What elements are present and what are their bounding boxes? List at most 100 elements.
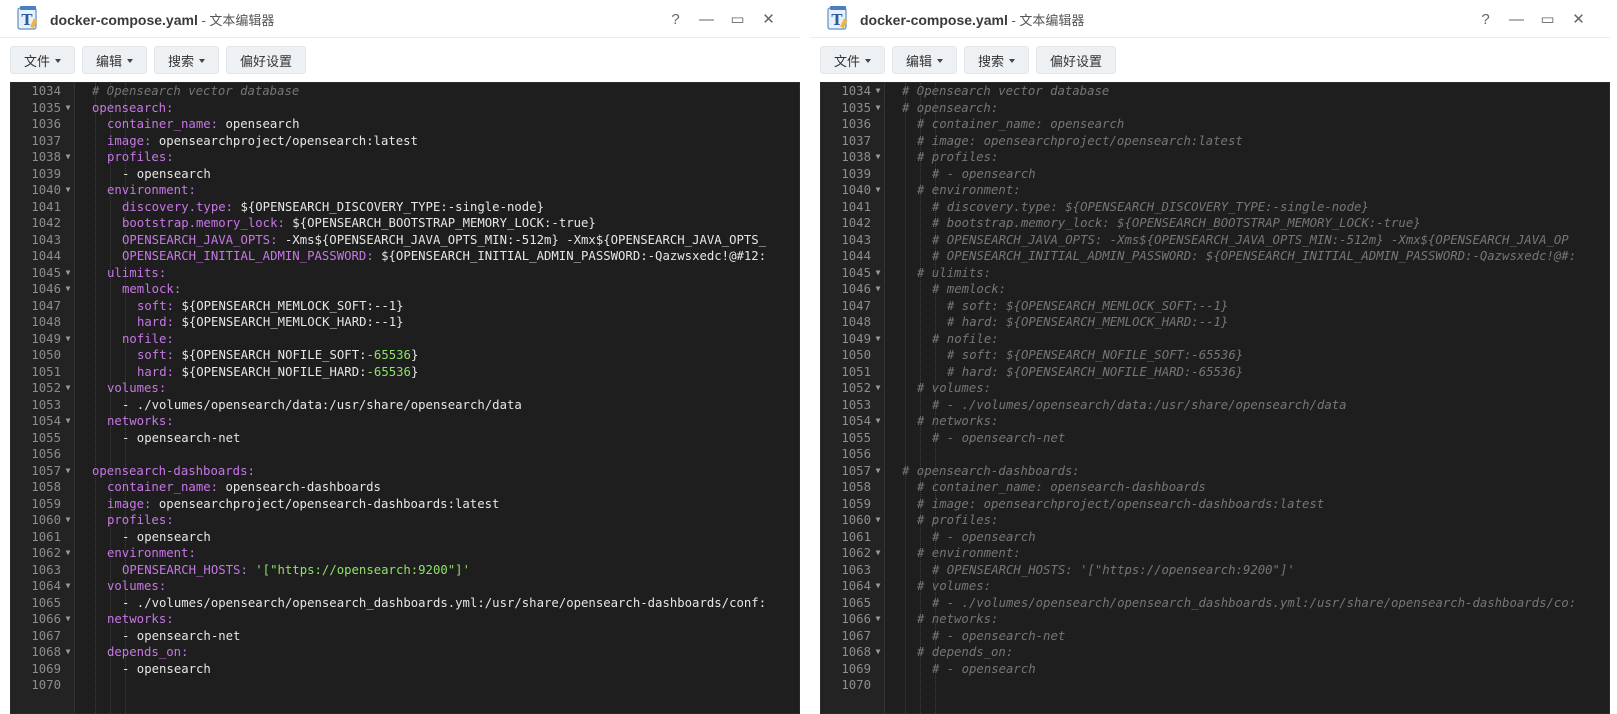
code-line[interactable]: 1045 ▼ ulimits: (11, 265, 799, 282)
menu-button-1[interactable]: 编辑 (892, 46, 958, 74)
code-line[interactable]: 1067 - opensearch-net (11, 628, 799, 645)
code-line[interactable]: 1039 - opensearch (11, 166, 799, 183)
code-line[interactable]: 1041 discovery.type: ${OPENSEARCH_DISCOVE… (11, 199, 799, 216)
code-line[interactable]: 1046 ▼ # memlock: (821, 281, 1609, 298)
code-line[interactable]: 1042 bootstrap.memory_lock: ${OPENSEARCH_… (11, 215, 799, 232)
fold-arrow-icon[interactable]: ▼ (873, 182, 883, 199)
code-line[interactable]: 1056 (11, 446, 799, 463)
code-editor[interactable]: 1034 # Opensearch vector database 1035 ▼ ope… (10, 82, 800, 714)
fold-arrow-icon[interactable]: ▼ (63, 545, 73, 562)
code-line[interactable]: 1051 hard: ${OPENSEARCH_NOFILE_HARD:-6553… (11, 364, 799, 381)
code-line[interactable]: 1044 OPENSEARCH_INITIAL_ADMIN_PASSWORD: $… (11, 248, 799, 265)
minimize-icon[interactable]: — (691, 9, 722, 29)
code-line[interactable]: 1043 # OPENSEARCH_JAVA_OPTS: -Xms${OPENSE… (821, 232, 1609, 249)
code-line[interactable]: 1035 ▼ # opensearch: (821, 100, 1609, 117)
code-line[interactable]: 1045 ▼ # ulimits: (821, 265, 1609, 282)
code-line[interactable]: 1050 # soft: ${OPENSEARCH_NOFILE_SOFT:-65… (821, 347, 1609, 364)
fold-arrow-icon[interactable]: ▼ (873, 380, 883, 397)
code-line[interactable]: 1068 ▼ # depends_on: (821, 644, 1609, 661)
fold-arrow-icon[interactable]: ▼ (873, 463, 883, 480)
fold-arrow-icon[interactable]: ▼ (873, 149, 883, 166)
code-line[interactable]: 1063 # OPENSEARCH_HOSTS: '["https://opens… (821, 562, 1609, 579)
code-line[interactable]: 1049 ▼ # nofile: (821, 331, 1609, 348)
code-line[interactable]: 1063 OPENSEARCH_HOSTS: '["https://opensea… (11, 562, 799, 579)
code-line[interactable]: 1069 # - opensearch (821, 661, 1609, 678)
code-line[interactable]: 1037 image: opensearchproject/opensearch:… (11, 133, 799, 150)
code-line[interactable]: 1038 ▼ # profiles: (821, 149, 1609, 166)
code-line[interactable]: 1060 ▼ profiles: (11, 512, 799, 529)
code-line[interactable]: 1057 ▼ opensearch-dashboards: (11, 463, 799, 480)
code-line[interactable]: 1069 - opensearch (11, 661, 799, 678)
code-line[interactable]: 1048 # hard: ${OPENSEARCH_MEMLOCK_HARD:--… (821, 314, 1609, 331)
code-line[interactable]: 1044 # OPENSEARCH_INITIAL_ADMIN_PASSWORD:… (821, 248, 1609, 265)
minimize-icon[interactable]: — (1501, 9, 1532, 29)
code-line[interactable]: 1066 ▼ # networks: (821, 611, 1609, 628)
code-line[interactable]: 1047 soft: ${OPENSEARCH_MEMLOCK_SOFT:--1} (11, 298, 799, 315)
code-line[interactable]: 1057 ▼ # opensearch-dashboards: (821, 463, 1609, 480)
code-line[interactable]: 1042 # bootstrap.memory_lock: ${OPENSEARC… (821, 215, 1609, 232)
code-line[interactable]: 1036 container_name: opensearch (11, 116, 799, 133)
close-icon[interactable]: ✕ (753, 9, 784, 29)
code-line[interactable]: 1061 - opensearch (11, 529, 799, 546)
menu-button-2[interactable]: 搜索 (964, 46, 1030, 74)
code-line[interactable]: 1051 # hard: ${OPENSEARCH_NOFILE_HARD:-65… (821, 364, 1609, 381)
code-line[interactable]: 1053 - ./volumes/opensearch/data:/usr/sha… (11, 397, 799, 414)
fold-arrow-icon[interactable]: ▼ (63, 380, 73, 397)
menu-button-3[interactable]: 偏好设置 (1036, 46, 1117, 74)
code-line[interactable]: 1052 ▼ volumes: (11, 380, 799, 397)
code-line[interactable]: 1064 ▼ volumes: (11, 578, 799, 595)
close-icon[interactable]: ✕ (1563, 9, 1594, 29)
code-line[interactable]: 1059 image: opensearchproject/opensearch-… (11, 496, 799, 513)
fold-arrow-icon[interactable]: ▼ (63, 413, 73, 430)
maximize-icon[interactable]: ▭ (1532, 9, 1563, 29)
code-line[interactable]: 1070 (821, 677, 1609, 694)
code-line[interactable]: 1059 # image: opensearchproject/opensearc… (821, 496, 1609, 513)
title-bar[interactable]: T docker-compose.yaml - 文本编辑器 ? — ▭ ✕ (0, 0, 800, 38)
code-line[interactable]: 1047 # soft: ${OPENSEARCH_MEMLOCK_SOFT:--… (821, 298, 1609, 315)
code-line[interactable]: 1070 (11, 677, 799, 694)
menu-button-3[interactable]: 偏好设置 (226, 46, 307, 74)
code-line[interactable]: 1048 hard: ${OPENSEARCH_MEMLOCK_HARD:--1} (11, 314, 799, 331)
fold-arrow-icon[interactable]: ▼ (873, 611, 883, 628)
code-line[interactable]: 1058 container_name: opensearch-dashboard… (11, 479, 799, 496)
code-line[interactable]: 1053 # - ./volumes/opensearch/data:/usr/s… (821, 397, 1609, 414)
fold-arrow-icon[interactable]: ▼ (63, 644, 73, 661)
code-line[interactable]: 1055 # - opensearch-net (821, 430, 1609, 447)
code-editor[interactable]: 1034 ▼ # Opensearch vector database 1035 ▼ # … (820, 82, 1610, 714)
fold-arrow-icon[interactable]: ▼ (63, 463, 73, 480)
fold-arrow-icon[interactable]: ▼ (873, 100, 883, 117)
fold-arrow-icon[interactable]: ▼ (63, 265, 73, 282)
fold-arrow-icon[interactable]: ▼ (63, 331, 73, 348)
code-line[interactable]: 1067 # - opensearch-net (821, 628, 1609, 645)
code-line[interactable]: 1034 # Opensearch vector database (11, 83, 799, 100)
code-line[interactable]: 1050 soft: ${OPENSEARCH_NOFILE_SOFT:-6553… (11, 347, 799, 364)
code-line[interactable]: 1039 # - opensearch (821, 166, 1609, 183)
code-line[interactable]: 1035 ▼ opensearch: (11, 100, 799, 117)
code-line[interactable]: 1056 (821, 446, 1609, 463)
code-line[interactable]: 1052 ▼ # volumes: (821, 380, 1609, 397)
code-line[interactable]: 1036 # container_name: opensearch (821, 116, 1609, 133)
code-line[interactable]: 1054 ▼ # networks: (821, 413, 1609, 430)
help-icon[interactable]: ? (1470, 9, 1501, 29)
fold-arrow-icon[interactable]: ▼ (63, 100, 73, 117)
fold-arrow-icon[interactable]: ▼ (873, 331, 883, 348)
fold-arrow-icon[interactable]: ▼ (873, 413, 883, 430)
code-line[interactable]: 1037 # image: opensearchproject/opensearc… (821, 133, 1609, 150)
code-line[interactable]: 1040 ▼ environment: (11, 182, 799, 199)
title-bar[interactable]: T docker-compose.yaml - 文本编辑器 ? — ▭ ✕ (810, 0, 1610, 38)
fold-arrow-icon[interactable]: ▼ (873, 265, 883, 282)
fold-arrow-icon[interactable]: ▼ (63, 578, 73, 595)
fold-arrow-icon[interactable]: ▼ (63, 512, 73, 529)
code-line[interactable]: 1068 ▼ depends_on: (11, 644, 799, 661)
code-line[interactable]: 1065 # - ./volumes/opensearch/opensearch_… (821, 595, 1609, 612)
code-line[interactable]: 1046 ▼ memlock: (11, 281, 799, 298)
code-line[interactable]: 1064 ▼ # volumes: (821, 578, 1609, 595)
fold-arrow-icon[interactable]: ▼ (873, 281, 883, 298)
fold-arrow-icon[interactable]: ▼ (63, 281, 73, 298)
fold-arrow-icon[interactable]: ▼ (63, 149, 73, 166)
code-line[interactable]: 1034 ▼ # Opensearch vector database (821, 83, 1609, 100)
fold-arrow-icon[interactable]: ▼ (873, 578, 883, 595)
fold-arrow-icon[interactable]: ▼ (873, 512, 883, 529)
fold-arrow-icon[interactable]: ▼ (873, 644, 883, 661)
code-line[interactable]: 1060 ▼ # profiles: (821, 512, 1609, 529)
